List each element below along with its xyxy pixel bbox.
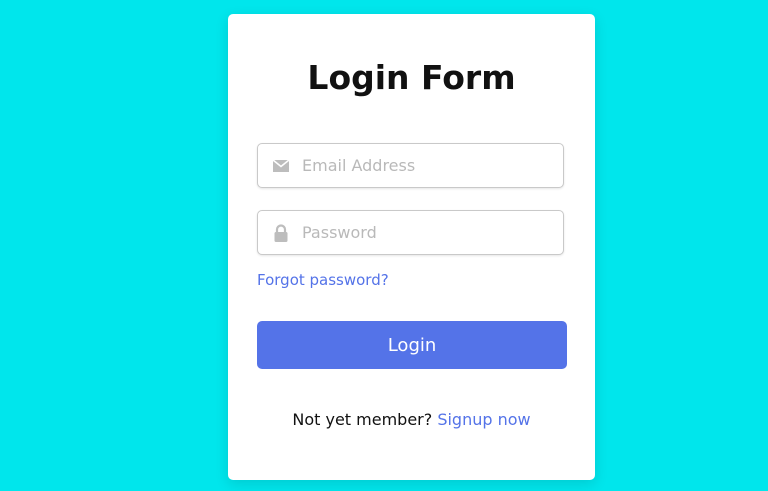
forgot-password-link[interactable]: Forgot password?	[257, 270, 389, 290]
email-field[interactable]	[257, 143, 564, 188]
form-title: Login Form	[307, 58, 516, 97]
login-button[interactable]: Login	[257, 321, 567, 369]
envelope-icon	[272, 156, 290, 176]
password-field[interactable]	[257, 210, 564, 255]
signup-prompt: Not yet member?	[292, 410, 438, 429]
signup-row: Not yet member? Signup now	[228, 410, 595, 430]
password-input[interactable]	[302, 211, 552, 254]
lock-icon	[272, 223, 290, 243]
email-input[interactable]	[302, 144, 552, 187]
signup-link[interactable]: Signup now	[437, 410, 530, 429]
login-card: Login Form Forgot password? Login Not ye…	[228, 14, 595, 480]
